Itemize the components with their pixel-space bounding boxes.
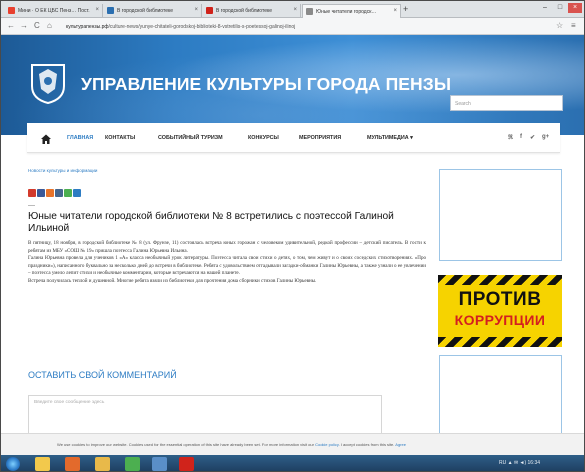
maximize-button[interactable]: □ bbox=[553, 3, 567, 13]
city-crest-icon[interactable] bbox=[29, 62, 67, 104]
cookie-agree-link[interactable]: Agree bbox=[395, 442, 406, 447]
url-host: культурапензы.рф bbox=[66, 24, 109, 30]
twitter-icon[interactable]: ✔ bbox=[530, 134, 535, 141]
cookie-accept-text[interactable]: I accept cookies from this site. bbox=[341, 442, 395, 447]
browser-window: Мини · О ЕК ЦБС Пенз… Пост. × В городско… bbox=[0, 0, 585, 472]
tab-favicon-icon bbox=[107, 7, 114, 14]
separator-dash: — bbox=[28, 202, 35, 209]
cookie-notice: We use cookies to improve our website. C… bbox=[57, 442, 406, 447]
share-button[interactable] bbox=[64, 189, 72, 197]
tab-label: В городской библиотеке bbox=[117, 8, 174, 14]
close-icon[interactable]: × bbox=[293, 7, 297, 13]
new-tab-button[interactable]: + bbox=[403, 4, 408, 14]
taskbar: RU ▲ ✉ ◄) 16:34 bbox=[1, 455, 584, 471]
google-plus-icon[interactable]: g+ bbox=[542, 134, 549, 140]
close-icon[interactable]: × bbox=[393, 8, 397, 14]
share-button[interactable] bbox=[37, 189, 45, 197]
menu-item-events[interactable]: МЕРОПРИЯТИЯ bbox=[299, 135, 341, 141]
forward-button[interactable]: → bbox=[20, 21, 28, 30]
web-page: УПРАВЛЕНИЕ КУЛЬТУРЫ ГОРОДА ПЕНЗЫ Search … bbox=[1, 35, 584, 455]
sidebar-widget bbox=[439, 169, 562, 261]
tab-favicon-icon bbox=[306, 8, 313, 15]
tab-strip: Мини · О ЕК ЦБС Пенз… Пост. × В городско… bbox=[1, 1, 584, 18]
menu-item-home[interactable]: ГЛАВНАЯ bbox=[67, 135, 93, 141]
taskbar-photos-icon[interactable] bbox=[152, 457, 167, 471]
tab-label: Мини · О ЕК ЦБС Пенз… Пост. bbox=[18, 8, 90, 14]
tab-favicon-icon bbox=[8, 7, 15, 14]
share-button[interactable] bbox=[28, 189, 36, 197]
url-path: /culture-news/yunye-chitateli-gorodskoj-… bbox=[108, 24, 296, 30]
main-menu: ГЛАВНАЯ КОНТАКТЫ СОБЫТИЙНЫЙ ТУРИЗМ КОНКУ… bbox=[27, 123, 560, 153]
taskbar-media-icon[interactable] bbox=[65, 457, 80, 471]
search-input[interactable]: Search bbox=[450, 95, 563, 111]
taskbar-chrome-icon[interactable] bbox=[125, 457, 140, 471]
minimize-button[interactable]: – bbox=[538, 3, 552, 13]
browser-menu-icon[interactable]: ≡ bbox=[571, 21, 576, 30]
facebook-icon[interactable]: f bbox=[520, 134, 522, 140]
cookie-banner: We use cookies to improve our website. C… bbox=[1, 433, 584, 455]
hazard-stripes bbox=[438, 275, 562, 285]
cookie-text: We use cookies to improve our website. C… bbox=[57, 442, 314, 447]
hazard-stripes bbox=[438, 337, 562, 347]
tab-0[interactable]: Мини · О ЕК ЦБС Пенз… Пост. × bbox=[5, 4, 103, 18]
site-title[interactable]: УПРАВЛЕНИЕ КУЛЬТУРЫ ГОРОДА ПЕНЗЫ bbox=[81, 74, 451, 95]
close-icon[interactable]: × bbox=[194, 7, 198, 13]
article-title: Юные читатели городской библиотеки № 8 в… bbox=[28, 211, 394, 234]
share-buttons bbox=[28, 184, 82, 197]
site-header: УПРАВЛЕНИЕ КУЛЬТУРЫ ГОРОДА ПЕНЗЫ Search bbox=[1, 35, 584, 135]
taskbar-folder-icon[interactable] bbox=[95, 457, 110, 471]
comment-section-title: ОСТАВИТЬ СВОЙ КОММЕНТАРИЙ bbox=[28, 370, 177, 380]
menu-item-multimedia[interactable]: МУЛЬТИМЕДИА ▾ bbox=[367, 135, 413, 141]
home-button[interactable]: ⌂ bbox=[47, 21, 52, 30]
menu-item-contacts[interactable]: КОНТАКТЫ bbox=[105, 135, 135, 141]
menu-item-event-tourism[interactable]: СОБЫТИЙНЫЙ ТУРИЗМ bbox=[158, 135, 223, 141]
system-tray[interactable]: RU ▲ ✉ ◄) 16:34 bbox=[499, 460, 540, 466]
share-button[interactable] bbox=[55, 189, 63, 197]
tab-favicon-icon bbox=[206, 7, 213, 14]
home-icon[interactable] bbox=[40, 133, 52, 145]
share-button[interactable] bbox=[46, 189, 54, 197]
close-icon[interactable]: × bbox=[95, 7, 99, 13]
banner-text-line2: КОРРУПЦИИ bbox=[454, 312, 546, 328]
article-paragraph: В пятницу, 18 ноября, в городской библио… bbox=[28, 240, 426, 254]
article-body: В пятницу, 18 ноября, в городской библио… bbox=[28, 240, 426, 286]
start-button[interactable] bbox=[6, 457, 20, 471]
tab-label: В городской библиотеке bbox=[216, 8, 273, 14]
back-button[interactable]: ← bbox=[7, 21, 15, 30]
reload-button[interactable]: C bbox=[34, 21, 40, 30]
rss-icon[interactable]: ℜ bbox=[508, 134, 513, 141]
address-toolbar: ← → C ⌂ культурапензы.рф/culture-news/yu… bbox=[1, 18, 584, 35]
address-bar[interactable]: культурапензы.рф/culture-news/yunye-chit… bbox=[62, 21, 542, 32]
cookie-policy-link[interactable]: Cookie policy bbox=[315, 442, 339, 447]
taskbar-explorer-icon[interactable] bbox=[35, 457, 50, 471]
tab-2[interactable]: В городской библиотеке × bbox=[203, 4, 301, 18]
tab-3[interactable]: Юные читатели городск… × bbox=[302, 4, 401, 18]
menu-item-contests[interactable]: КОНКУРСЫ bbox=[248, 135, 279, 141]
banner-text-line1: ПРОТИВ bbox=[458, 289, 542, 310]
article-paragraph: Встреча получилась теплой и душевной. Мн… bbox=[28, 277, 317, 284]
tab-1[interactable]: В городской библиотеке × bbox=[104, 4, 202, 18]
breadcrumb[interactable]: Новости культуры и информации bbox=[28, 168, 97, 173]
article-paragraph: Галина Юрьевна провела для учеников 1 «А… bbox=[28, 255, 426, 277]
anti-corruption-banner[interactable]: ПРОТИВ КОРРУПЦИИ bbox=[438, 275, 562, 347]
taskbar-opera-icon[interactable] bbox=[179, 457, 194, 471]
bookmark-star-icon[interactable]: ☆ bbox=[556, 21, 563, 30]
share-button[interactable] bbox=[73, 189, 81, 197]
close-window-button[interactable]: × bbox=[568, 3, 582, 13]
tab-label: Юные читатели городск… bbox=[316, 9, 377, 15]
